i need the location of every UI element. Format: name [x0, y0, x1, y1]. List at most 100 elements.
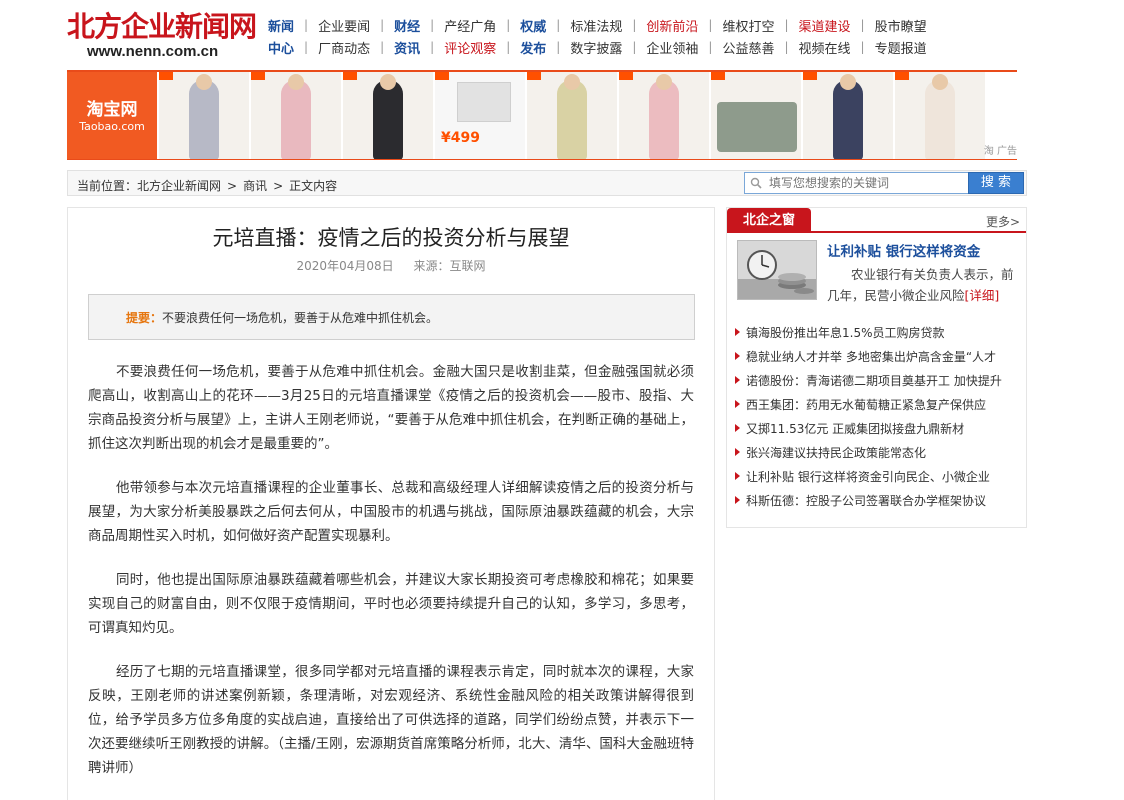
article-body: 不要浪费任何一场危机，要善于从危难中抓住机会。金融大国只是收割韭菜，但金融强国就…: [88, 360, 694, 800]
sidebar-header: 北企之窗 更多>: [727, 208, 1026, 233]
nav-link[interactable]: 中心: [268, 38, 304, 57]
nav-link[interactable]: 数字披露: [560, 38, 632, 57]
product-thumbnail[interactable]: [895, 72, 985, 159]
breadcrumb-item: 正文内容: [289, 179, 338, 193]
sidebar-more-link[interactable]: 更多>: [986, 213, 1020, 230]
article-panel: 元培直播：疫情之后的投资分析与展望 2020年04月08日 来源：互联网 提要：…: [67, 207, 715, 800]
model-figure: [281, 80, 311, 159]
nav-link[interactable]: 创新前沿: [636, 16, 708, 35]
breadcrumb-item[interactable]: 商讯: [243, 179, 267, 193]
article-summary: 提要：不要浪费任何一场危机，要善于从危难中抓住机会。: [88, 294, 695, 340]
bullet-triangle-icon: [735, 472, 740, 480]
bullet-triangle-icon: [735, 424, 740, 432]
product-thumbnail[interactable]: [803, 72, 893, 159]
sidebar-news-item[interactable]: 西王集团：药用无水葡萄糖正紧急复产保供应: [735, 392, 1023, 416]
bullet-triangle-icon: [735, 400, 740, 408]
nav-link[interactable]: 评论观察: [434, 38, 506, 57]
nav-link[interactable]: 产经广角: [434, 16, 506, 35]
breadcrumb-bar: 当前位置：北方企业新闻网 > 商讯 > 正文内容 搜 索: [67, 170, 1027, 196]
sidebar-news-title: 西王集团：药用无水葡萄糖正紧急复产保供应: [746, 397, 987, 412]
product-thumbnail[interactable]: [619, 72, 709, 159]
product-thumbnail[interactable]: [527, 72, 617, 159]
breadcrumb-separator: >: [273, 179, 284, 193]
sidebar-news-title: 诺德股份：青海诺德二期项目奠基开工 加快提升: [746, 373, 1002, 388]
sidebar-news-item[interactable]: 科斯伍德：控股子公司签署联合办学框架协议: [735, 488, 1023, 512]
nav-link[interactable]: 新闻: [268, 16, 304, 35]
logo-title: 北方企业新闻网: [67, 11, 257, 42]
nav-link[interactable]: 企业要闻: [308, 16, 380, 35]
model-figure: [557, 80, 587, 159]
product-thumbnail[interactable]: [343, 72, 433, 159]
nav-link[interactable]: 发布: [510, 38, 556, 57]
sidebar-tab[interactable]: 北企之窗: [727, 208, 811, 233]
nav-link[interactable]: 标准法规: [560, 16, 632, 35]
sidebar-news-title: 镇海股份推出年息1.5%员工购房贷款: [746, 325, 945, 340]
taobao-tag-icon: [159, 72, 173, 80]
site-logo[interactable]: 北方企业新闻网 www.nenn.com.cn: [67, 10, 257, 66]
breadcrumb-item[interactable]: 当前位置：北方企业新闻网: [77, 179, 221, 193]
sidebar-news-title: 让利补贴 银行这样将资金引向民企、小微企业: [746, 469, 990, 484]
feature-desc: 农业银行有关负责人表示，前几年，民营小微企业风险[详细]: [827, 264, 1017, 306]
breadcrumb-separator: >: [227, 179, 238, 193]
model-figure: [649, 80, 679, 159]
taobao-tag-icon: [711, 72, 725, 80]
nav-link[interactable]: 财经: [384, 16, 430, 35]
feature-story: 让利补贴 银行这样将资金 农业银行有关负责人表示，前几年，民营小微企业风险[详细…: [737, 240, 1019, 306]
sidebar-news-item[interactable]: 又掷11.53亿元 正威集团拟接盘九鼎新材: [735, 416, 1023, 440]
bullet-triangle-icon: [735, 448, 740, 456]
nav-link[interactable]: 视频在线: [789, 38, 861, 57]
sidebar-panel: 北企之窗 更多> 让利补贴 银行这样将资金 农业银行有关负责人表示，前几年，民营…: [726, 207, 1027, 528]
clock-coins-image: [738, 241, 816, 299]
nav-link[interactable]: 渠道建设: [789, 16, 861, 35]
sidebar-news-item[interactable]: 让利补贴 银行这样将资金引向民企、小微企业: [735, 464, 1023, 488]
model-head: [840, 74, 856, 90]
taobao-logo[interactable]: 淘宝网 Taobao.com: [67, 72, 157, 159]
model-figure: [189, 80, 219, 159]
sidebar-news-title: 又掷11.53亿元 正威集团拟接盘九鼎新材: [746, 421, 965, 436]
search-button[interactable]: 搜 索: [968, 172, 1024, 194]
nav-row: 新闻 | 企业要闻 | 财经 | 产经广角 | 权威 | 标准法规 | 创新前沿 | 维权打空 | 渠道建设 | 股…: [268, 14, 1028, 36]
feature-image[interactable]: [737, 240, 817, 300]
taobao-banner-ad[interactable]: 淘宝网 Taobao.com ¥499 淘 广告: [67, 70, 1017, 160]
model-figure: [833, 80, 863, 159]
search-icon: [750, 177, 762, 189]
taobao-tag-icon: [343, 72, 357, 80]
taobao-tag-icon: [251, 72, 265, 80]
sidebar-news-item[interactable]: 诺德股份：青海诺德二期项目奠基开工 加快提升: [735, 368, 1023, 392]
taobao-tag-icon: [619, 72, 633, 80]
feature-detail-link[interactable]: [详细]: [965, 288, 1000, 303]
product-thumbnail[interactable]: ¥499: [435, 72, 525, 159]
article-title: 元培直播：疫情之后的投资分析与展望: [212, 226, 570, 250]
taobao-tag-icon: [803, 72, 817, 80]
site-header: 北方企业新闻网 www.nenn.com.cn 新闻 | 企业要闻 | 财经 | 产经广角 |…: [0, 0, 1124, 70]
article-meta: 2020年04月08日 来源：互联网: [68, 257, 714, 274]
nav-link[interactable]: 股市瞭望: [865, 16, 937, 35]
nav-link[interactable]: 厂商动态: [308, 38, 380, 57]
product-strip: ¥499: [159, 72, 987, 159]
summary-text: 不要浪费任何一场危机，要善于从危难中抓住机会。: [162, 311, 439, 325]
breadcrumb: 当前位置：北方企业新闻网 > 商讯 > 正文内容: [77, 177, 343, 194]
nav-link[interactable]: 资讯: [384, 38, 430, 57]
feature-title[interactable]: 让利补贴 银行这样将资金: [827, 240, 980, 260]
product-thumbnail[interactable]: [711, 72, 801, 159]
bedding-image: [717, 102, 797, 152]
product-thumbnail[interactable]: [251, 72, 341, 159]
bullet-triangle-icon: [735, 328, 740, 336]
model-head: [932, 74, 948, 90]
product-thumbnail[interactable]: [159, 72, 249, 159]
nav-link[interactable]: 维权打空: [712, 16, 784, 35]
article-source: 来源：互联网: [413, 259, 486, 273]
search-input[interactable]: [744, 172, 970, 194]
model-head: [380, 74, 396, 90]
nav-link[interactable]: 权威: [510, 16, 556, 35]
article-paragraph: 经历了七期的元培直播课堂，很多同学都对元培直播的课程表示肯定，同时就本次的课程，…: [88, 664, 694, 776]
sidebar-news-item[interactable]: 张兴海建议扶持民企政策能常态化: [735, 440, 1023, 464]
sidebar-news-item[interactable]: 镇海股份推出年息1.5%员工购房贷款: [735, 320, 1023, 344]
sidebar-news-item[interactable]: 稳就业纳人才并举 多地密集出炉高含金量“人才: [735, 344, 1023, 368]
sidebar-news-title: 稳就业纳人才并举 多地密集出炉高含金量“人才: [746, 349, 997, 364]
nav-link[interactable]: 企业领袖: [636, 38, 708, 57]
nav-link[interactable]: 公益慈善: [712, 38, 784, 57]
taobao-tag-icon: [895, 72, 909, 80]
nav-link[interactable]: 专题报道: [865, 38, 937, 57]
site-search: 搜 索: [744, 172, 1026, 194]
